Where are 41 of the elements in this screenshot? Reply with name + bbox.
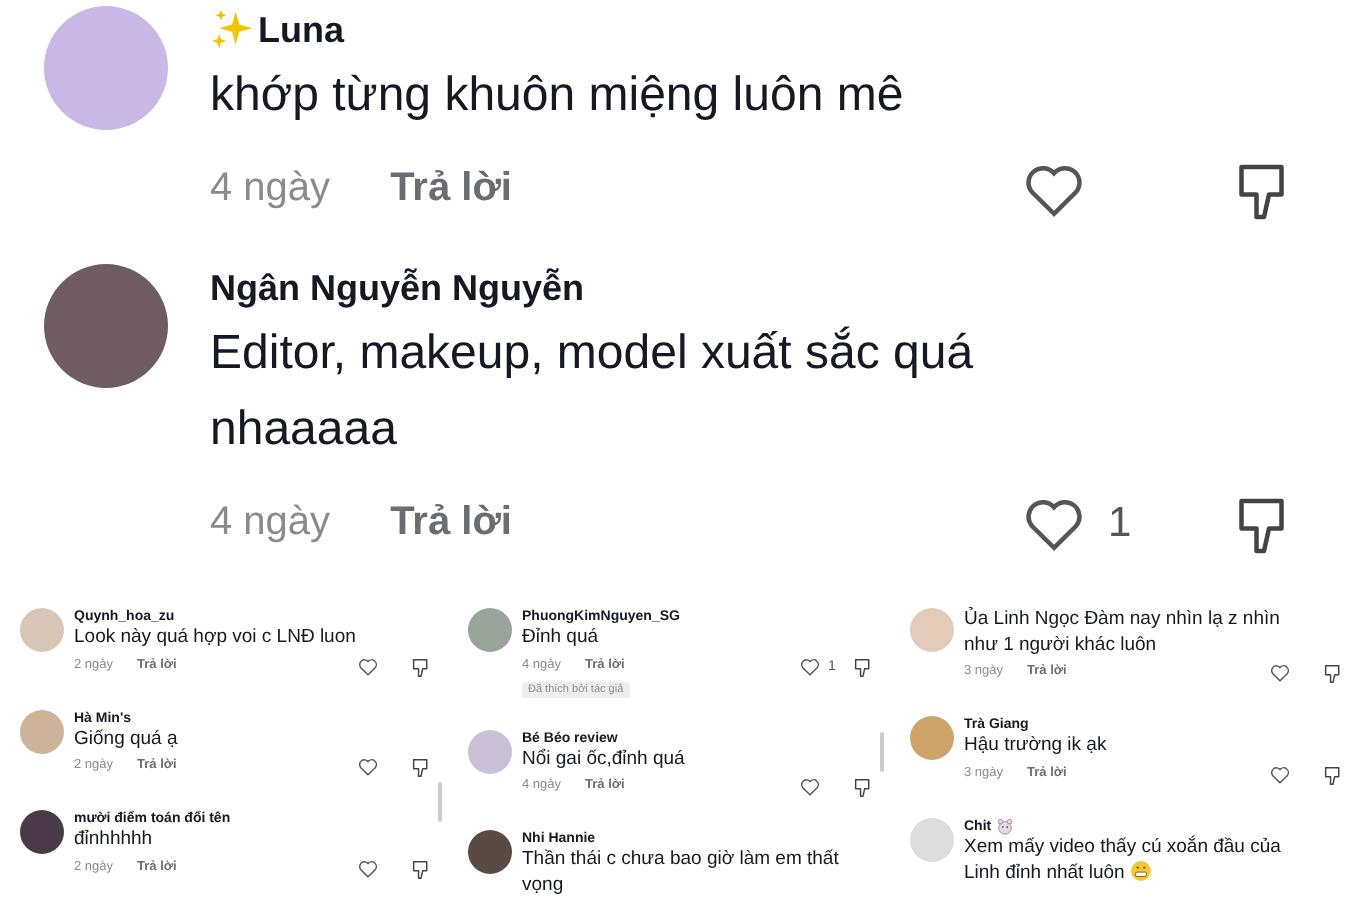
heart-icon[interactable] [358, 657, 378, 675]
animal-face-icon [995, 817, 1014, 835]
comment-time: 4 ngày [210, 500, 331, 546]
heart-icon[interactable] [1270, 664, 1290, 682]
heart-icon[interactable] [1270, 765, 1290, 783]
avatar[interactable] [468, 830, 512, 874]
thumbs-down-icon[interactable] [412, 859, 430, 879]
comment-text: Giống quá ạ [74, 727, 178, 752]
comment-text: Editor, makeup, model xuất sắc quá nhaaaaa [210, 324, 976, 460]
reply-button[interactable]: Trả lời [390, 166, 512, 212]
comment-text: Nổi gai ốc,đỉnh quá [522, 747, 685, 772]
scrollbar[interactable] [880, 732, 884, 772]
reply-button[interactable]: Trả lời [390, 500, 512, 546]
comment-text: Look này quá hợp voi c LNĐ luon [74, 626, 356, 651]
thumbs-down-icon[interactable] [854, 778, 872, 798]
like-count: 1 [1108, 500, 1132, 548]
comment-text: Đỉnh quá [522, 626, 599, 651]
heart-icon[interactable] [1024, 496, 1084, 552]
username[interactable]: Ngân Nguyễn Nguyễn [210, 267, 585, 309]
comment-time: 4 ngày [210, 166, 331, 212]
heart-icon[interactable] [1024, 162, 1084, 218]
thumbs-down-icon[interactable] [1324, 765, 1342, 785]
comment-text: đỉnhhhhh [74, 828, 153, 853]
comment-text: khớp từng khuôn miệng luôn mê [210, 66, 904, 126]
comment-text: Thần thái c chưa bao giờ làm em thất vọng [522, 848, 841, 898]
grimace-emoji-icon [1129, 860, 1152, 882]
heart-icon[interactable] [800, 657, 820, 675]
avatar[interactable] [20, 810, 64, 854]
heart-icon[interactable] [358, 859, 378, 877]
thumbs-down-icon[interactable] [854, 657, 872, 677]
heart-icon[interactable] [358, 758, 378, 776]
comment-text: Hậu trường ik ạk [964, 734, 1107, 759]
thumbs-down-icon[interactable] [412, 657, 430, 677]
heart-icon[interactable] [800, 778, 820, 796]
comment-text: Xem mấy video thấy cú xoắn đầu của Linh đỉnh nhất luôn [964, 835, 1283, 887]
thumbs-down-icon[interactable] [1324, 664, 1342, 684]
thumbs-down-icon[interactable] [412, 758, 430, 778]
username[interactable]: Luna [258, 9, 344, 51]
sparkles-icon [210, 8, 254, 52]
comment-text: Ủa Linh Ngọc Đàm nay nhìn lạ z nhìn như 1 người khác luôn [964, 608, 1282, 658]
scrollbar[interactable] [438, 782, 442, 822]
